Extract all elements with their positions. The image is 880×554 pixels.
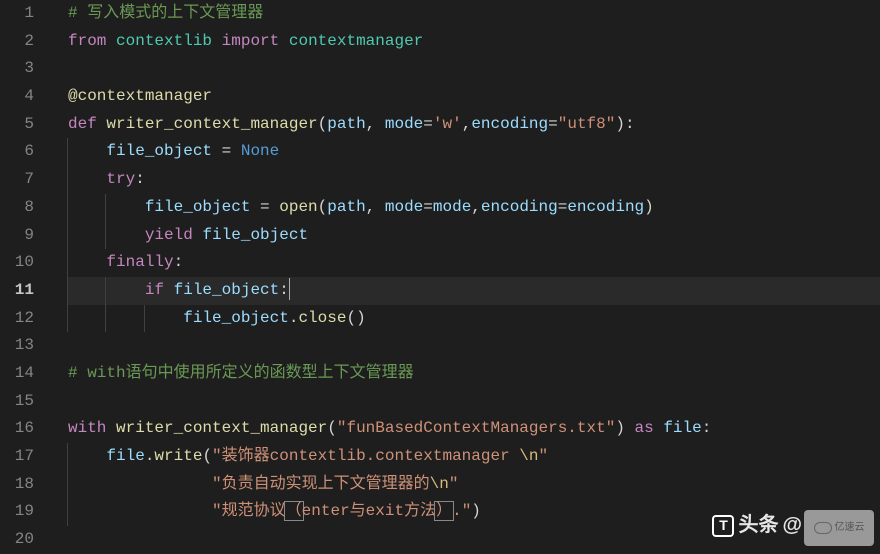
toutiao-logo-icon: T — [712, 515, 734, 537]
code-line[interactable]: file_object = None — [68, 138, 880, 166]
line-number: 11 — [0, 277, 34, 305]
line-number: 18 — [0, 471, 34, 499]
line-number: 16 — [0, 415, 34, 443]
line-number: 2 — [0, 28, 34, 56]
toutiao-watermark: T 头条 @ — [712, 512, 802, 540]
text-cursor — [289, 278, 290, 300]
code-line[interactable]: yield file_object — [68, 222, 880, 250]
line-number: 13 — [0, 332, 34, 360]
line-number: 20 — [0, 526, 34, 554]
line-number: 17 — [0, 443, 34, 471]
code-line[interactable]: file.write("装饰器contextlib.contextmanager… — [68, 443, 880, 471]
line-number: 19 — [0, 498, 34, 526]
code-line[interactable]: # 写入模式的上下文管理器 — [68, 0, 880, 28]
line-number: 10 — [0, 249, 34, 277]
line-number: 4 — [0, 83, 34, 111]
code-line[interactable]: @contextmanager — [68, 83, 880, 111]
code-editor[interactable]: 1234567891011121314151617181920 # 写入模式的上… — [0, 0, 880, 554]
code-line[interactable]: "负责自动实现上下文管理器的\n" — [68, 471, 880, 499]
code-line[interactable]: def writer_context_manager(path, mode='w… — [68, 111, 880, 139]
line-number: 5 — [0, 111, 34, 139]
toutiao-text: 头条 — [738, 512, 778, 540]
line-number: 8 — [0, 194, 34, 222]
line-number: 1 — [0, 0, 34, 28]
code-line[interactable]: with writer_context_manager("funBasedCon… — [68, 415, 880, 443]
code-area[interactable]: # 写入模式的上下文管理器from contextlib import cont… — [52, 0, 880, 554]
yisu-text: 亿速云 — [835, 514, 865, 542]
line-number: 6 — [0, 138, 34, 166]
code-line[interactable] — [68, 332, 880, 360]
line-number-gutter: 1234567891011121314151617181920 — [0, 0, 52, 554]
code-line[interactable]: finally: — [68, 249, 880, 277]
code-line[interactable]: if file_object: — [68, 277, 880, 305]
line-number: 9 — [0, 222, 34, 250]
toutiao-at: @ — [782, 512, 802, 540]
line-number: 14 — [0, 360, 34, 388]
code-line[interactable]: try: — [68, 166, 880, 194]
code-line[interactable] — [68, 55, 880, 83]
cloud-icon — [814, 522, 832, 534]
code-line[interactable] — [68, 388, 880, 416]
line-number: 15 — [0, 388, 34, 416]
line-number: 12 — [0, 305, 34, 333]
yisu-watermark: 亿速云 — [804, 510, 874, 546]
line-number: 3 — [0, 55, 34, 83]
code-line[interactable]: from contextlib import contextmanager — [68, 28, 880, 56]
code-line[interactable]: file_object.close() — [68, 305, 880, 333]
code-line[interactable]: # with语句中使用所定义的函数型上下文管理器 — [68, 360, 880, 388]
code-line[interactable]: file_object = open(path, mode=mode,encod… — [68, 194, 880, 222]
line-number: 7 — [0, 166, 34, 194]
